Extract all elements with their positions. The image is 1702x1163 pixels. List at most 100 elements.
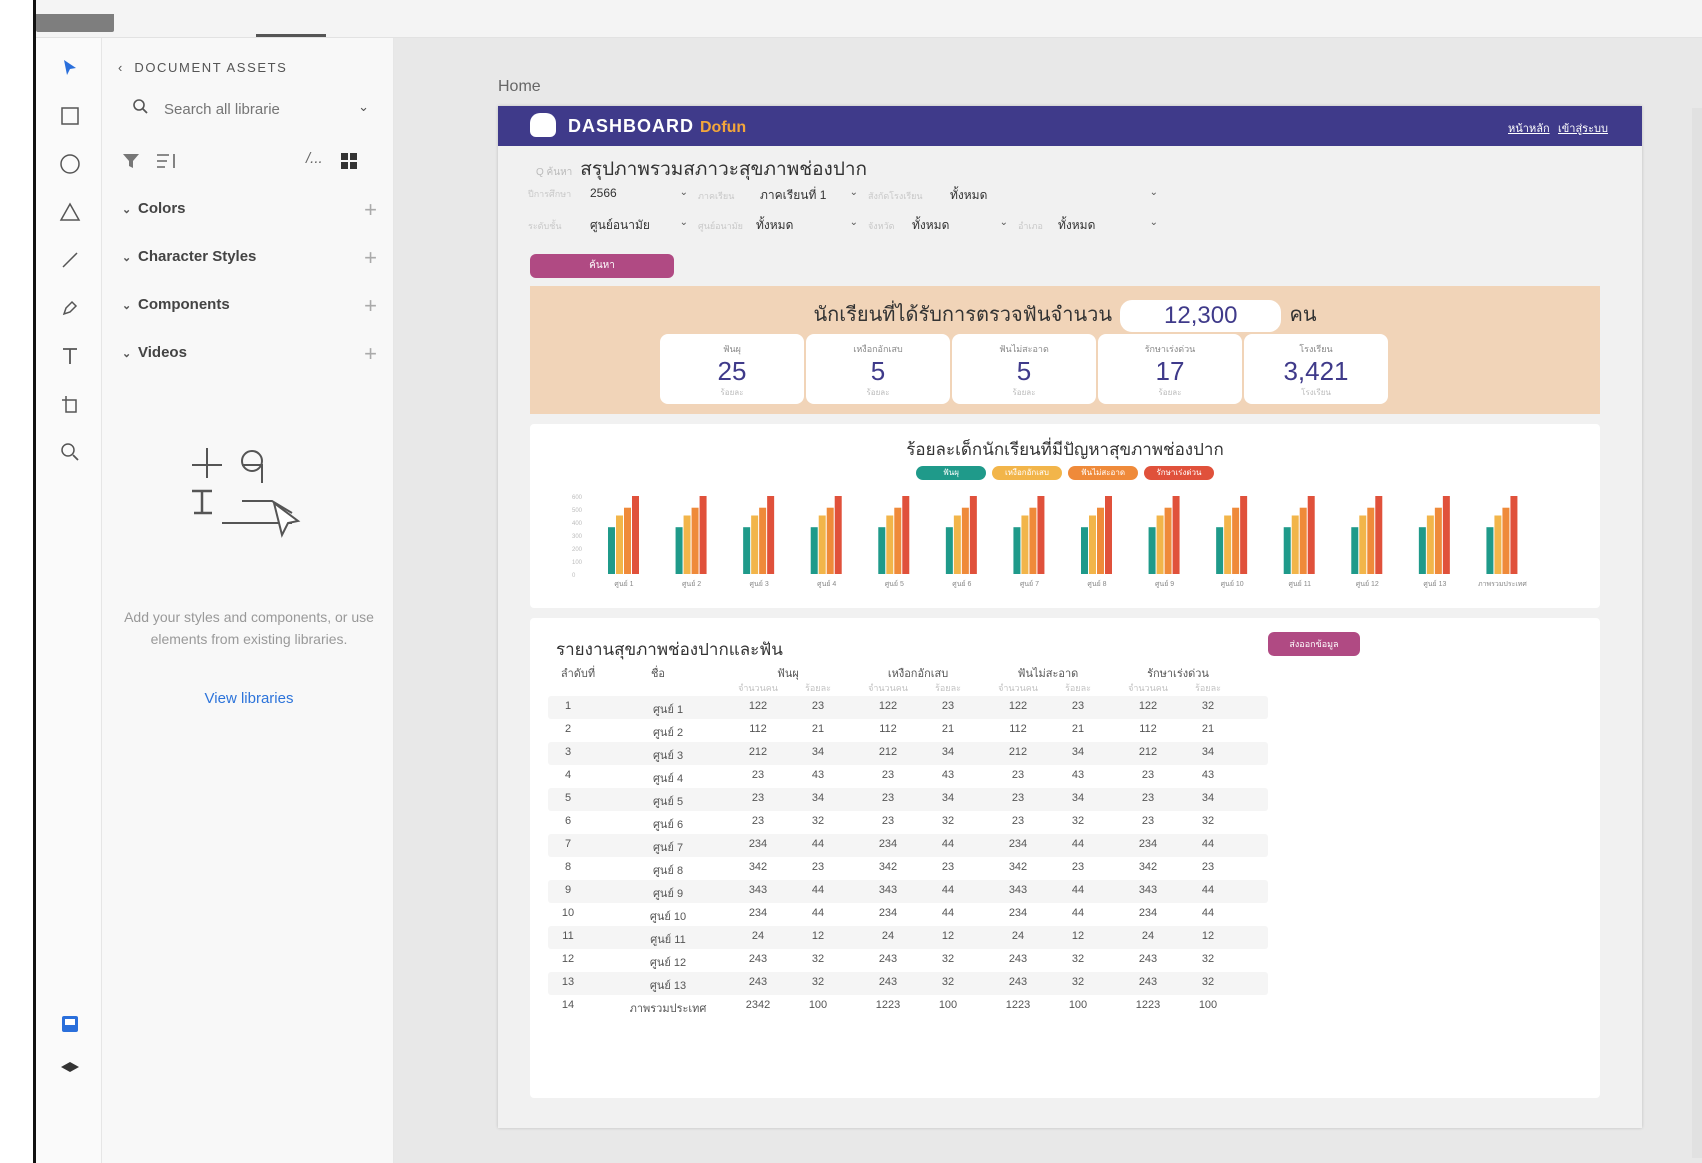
asset-search[interactable]: ⌄ xyxy=(122,96,377,122)
cell-value: 100 xyxy=(1198,999,1218,1011)
rectangle-tool-icon[interactable] xyxy=(56,102,84,130)
bar xyxy=(1081,527,1088,574)
stat-value: 3,421 xyxy=(1283,356,1349,386)
y-tick-label: 600 xyxy=(572,495,583,501)
text-tool-icon[interactable] xyxy=(56,342,84,370)
oral-health-chart-card: ร้อยละเด็กนักเรียนที่มีปัญหาสุขภาพช่องปา… xyxy=(530,424,1600,608)
add-color-icon[interactable]: + xyxy=(364,197,377,223)
polygon-tool-icon[interactable] xyxy=(56,198,84,226)
cell-value: 122 xyxy=(878,700,898,712)
cell-value: 23 xyxy=(941,861,955,873)
search-button[interactable]: ค้นหา xyxy=(530,254,674,278)
pen-tool-icon[interactable] xyxy=(56,294,84,322)
page-title-text: สรุปภาพรวมสภาวะสุขภาพช่องปาก xyxy=(580,159,868,180)
x-tick-label: ศูนย์ 3 xyxy=(750,580,769,588)
cell-value: 23 xyxy=(1011,769,1025,781)
back-chevron-icon[interactable]: ‹ xyxy=(118,60,134,75)
filter-icon[interactable] xyxy=(122,152,140,170)
table-row: 8 ศูนย์ 8 342 23 342 23 342 23 342 23 xyxy=(548,857,1268,880)
cell-value: 44 xyxy=(1071,907,1085,919)
stat-label: ฟันผุ xyxy=(723,344,741,354)
cell-value: 23 xyxy=(1141,769,1155,781)
chart-title: ร้อยละเด็กนักเรียนที่มีปัญหาสุขภาพช่องปา… xyxy=(906,440,1224,459)
stat-card-schools: โรงเรียน 3,421 โรงเรียน xyxy=(1244,334,1388,404)
bar xyxy=(767,496,775,574)
cell-value: 112 xyxy=(1139,723,1157,735)
export-button[interactable]: ส่งออกข้อมูล xyxy=(1268,632,1360,656)
bar xyxy=(1029,507,1037,574)
cell-name: ศูนย์ 12 xyxy=(649,957,687,969)
filter-health-center[interactable]: ศูนย์อนามัย ทั้งหมด ⌄ xyxy=(698,216,858,236)
table-row: 11 ศูนย์ 11 24 12 24 12 24 12 24 12 xyxy=(548,926,1268,949)
select-tool-icon[interactable] xyxy=(56,54,84,82)
more-options[interactable]: /... xyxy=(306,150,323,167)
cell-value: 32 xyxy=(1201,815,1215,827)
grid-view-icon[interactable] xyxy=(340,152,358,170)
line-tool-icon[interactable] xyxy=(56,246,84,274)
assets-header-label: DOCUMENT ASSETS xyxy=(134,60,288,75)
filter-semester[interactable]: ภาคเรียน ภาคเรียนที่ 1 ⌄ xyxy=(698,186,858,206)
cell-name: ศูนย์ 3 xyxy=(652,750,684,762)
filter-label: อำเภอ xyxy=(1018,221,1043,231)
cell-no: 7 xyxy=(564,838,572,850)
x-tick-label: ศูนย์ 9 xyxy=(1155,580,1174,588)
cell-no: 6 xyxy=(564,815,572,827)
cell-value: 23 xyxy=(1071,861,1085,873)
cell-value: 34 xyxy=(1201,792,1215,804)
document-assets-panel: ‹ DOCUMENT ASSETS ⌄ /... ⌄ Colors + ⌄ Char… xyxy=(102,38,394,1163)
zoom-tool-icon[interactable] xyxy=(56,438,84,466)
bar xyxy=(1216,527,1224,574)
filter-district[interactable]: อำเภอ ทั้งหมด ⌄ xyxy=(1018,216,1158,236)
cell-value: 23 xyxy=(1201,861,1215,873)
cell-value: 23 xyxy=(751,792,765,804)
assets-header[interactable]: ‹ DOCUMENT ASSETS xyxy=(118,60,287,75)
section-character-styles[interactable]: ⌄ Character Styles + xyxy=(122,245,377,274)
stat-card-gingivitis: เหงือกอักเสบ 5 ร้อยละ xyxy=(806,334,950,404)
chevron-down-icon: ⌄ xyxy=(849,217,858,228)
filter-label: ศูนย์อนามัย xyxy=(698,221,743,231)
ellipse-tool-icon[interactable] xyxy=(56,150,84,178)
cell-value: 43 xyxy=(1201,769,1215,781)
bar xyxy=(608,527,615,574)
artboard-tool-icon[interactable] xyxy=(56,390,84,418)
cell-value: 23 xyxy=(811,861,825,873)
stat-value: 5 xyxy=(1016,356,1032,386)
design-canvas[interactable]: Home DASHBOARD Dofun หน้าหลัก เข้าสู่ระบบ… xyxy=(394,38,1702,1163)
cell-value: 32 xyxy=(1201,700,1215,712)
filter-school-affiliation[interactable]: สังกัดโรงเรียน ทั้งหมด ⌄ xyxy=(868,186,1158,206)
nav-link-home[interactable]: หน้าหลัก xyxy=(1508,119,1550,137)
add-character-style-icon[interactable]: + xyxy=(364,245,377,271)
sort-icon[interactable] xyxy=(156,152,178,170)
artboard-label[interactable]: Home xyxy=(498,78,541,96)
dashboard-artboard[interactable]: DASHBOARD Dofun หน้าหลัก เข้าสู่ระบบ Q ค้… xyxy=(498,106,1642,1128)
cell-value: 234 xyxy=(748,838,768,850)
section-videos[interactable]: ⌄ Videos + xyxy=(122,341,377,370)
layers-panel-icon[interactable] xyxy=(56,1054,84,1082)
bar xyxy=(683,515,691,574)
section-colors[interactable]: ⌄ Colors + xyxy=(122,197,377,226)
filter-province[interactable]: จังหวัด ทั้งหมด ⌄ xyxy=(868,216,1008,236)
add-video-icon[interactable]: + xyxy=(364,341,377,367)
section-components[interactable]: ⌄ Components + xyxy=(122,293,377,322)
filter-year[interactable]: ปีการศึกษา 2566 ⌄ xyxy=(528,186,688,206)
filter-grade[interactable]: ระดับชั้น ศูนย์อนามัย ⌄ xyxy=(528,216,688,236)
stat-unit: โรงเรียน xyxy=(1301,388,1331,397)
cell-no: 8 xyxy=(564,861,572,873)
window-tab[interactable] xyxy=(36,14,114,32)
cell-value: 243 xyxy=(1008,976,1028,988)
filter-value: ทั้งหมด xyxy=(912,218,950,232)
cell-value: 212 xyxy=(1138,746,1158,758)
bar xyxy=(1299,507,1307,574)
section-label: Colors xyxy=(138,200,186,217)
assets-panel-icon[interactable] xyxy=(56,1010,84,1038)
chevron-down-icon[interactable]: ⌄ xyxy=(358,99,369,115)
add-component-icon[interactable]: + xyxy=(364,293,377,319)
cell-value: 32 xyxy=(811,976,825,988)
view-libraries-link[interactable]: View libraries xyxy=(120,690,378,707)
nav-link-login[interactable]: เข้าสู่ระบบ xyxy=(1558,119,1608,137)
asset-tools-row: /... xyxy=(122,150,377,176)
bar xyxy=(751,515,759,574)
asset-search-input[interactable] xyxy=(164,98,344,120)
report-table: ลำดับที่ ชื่อ ฟันผุ เหงือกอักเสบ ฟันไม่ส… xyxy=(548,660,1268,1018)
cell-value: 44 xyxy=(811,884,825,896)
